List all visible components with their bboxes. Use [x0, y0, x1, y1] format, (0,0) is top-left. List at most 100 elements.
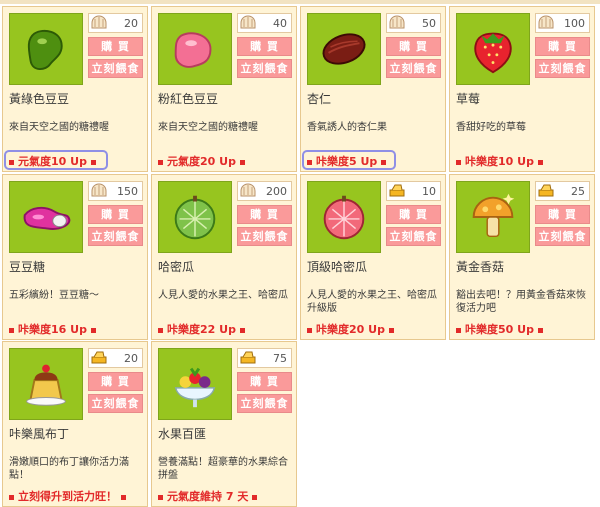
- buy-button[interactable]: 購 買: [88, 205, 143, 224]
- feed-now-button[interactable]: 立刻餵食: [88, 394, 143, 413]
- gold-icon: [538, 183, 554, 200]
- top-divider: [0, 0, 600, 4]
- effect-text: 咔樂度16 Up: [18, 323, 87, 336]
- item-description: 營養滿點！超豪華的水果綜合拼盤: [158, 457, 288, 481]
- price-value: 20: [124, 351, 138, 365]
- buy-button[interactable]: 購 買: [237, 372, 292, 391]
- item-effect: 元氣度維持 7 天: [158, 488, 258, 504]
- feed-now-button[interactable]: 立刻餵食: [88, 59, 143, 78]
- bullet-icon: [9, 494, 14, 500]
- bullet-icon: [252, 494, 258, 500]
- item-effect: 咔樂度5 Up: [307, 153, 387, 169]
- item-name: 哈密瓜: [158, 260, 195, 274]
- price-tag: 100: [535, 13, 590, 33]
- bean-candy-icon: [9, 181, 83, 253]
- feed-now-button[interactable]: 立刻餵食: [535, 59, 590, 78]
- effect-text: 元氣度10 Up: [18, 155, 87, 168]
- price-value: 150: [117, 184, 138, 198]
- pink-bean-icon: [158, 13, 232, 85]
- shop-item-card: 20 購 買立刻餵食黃綠色豆豆來自天空之國的糖禮喔元氣度10 Up: [2, 6, 148, 172]
- item-effect: 咔樂度50 Up: [456, 321, 543, 337]
- price-value: 100: [564, 16, 585, 30]
- price-tag: 75: [237, 348, 292, 368]
- shop-item-card: 20 購 買立刻餵食 咔樂風布丁 滑嫩順口的布丁讓你活力滿點！ 立刻得升到活力旺！: [2, 341, 148, 507]
- bullet-icon: [239, 159, 245, 165]
- buy-button[interactable]: 購 買: [386, 205, 441, 224]
- item-description: 人見人愛的水果之王、哈密瓜: [158, 290, 288, 301]
- bullet-icon: [158, 159, 163, 165]
- price-tag: 20: [88, 348, 143, 368]
- shop-item-card: 150 購 買立刻餵食豆豆糖五彩繽紛！豆豆糖～ 咔樂度16 Up: [2, 174, 148, 340]
- effect-text: 咔樂度10 Up: [465, 155, 534, 168]
- bullet-icon: [90, 159, 96, 165]
- item-effect: 元氣度10 Up: [9, 153, 96, 169]
- item-description: 人見人愛的水果之王、哈密瓜升級版: [307, 290, 437, 314]
- item-name: 水果百匯: [158, 427, 207, 441]
- fruit-platter-icon: [158, 348, 232, 420]
- item-name: 頂級哈密瓜: [307, 260, 368, 274]
- item-name: 黃金香菇: [456, 260, 505, 274]
- feed-now-button[interactable]: 立刻餵食: [237, 59, 292, 78]
- price-value: 50: [422, 16, 436, 30]
- feed-now-button[interactable]: 立刻餵食: [237, 394, 292, 413]
- premium-melon-icon: [307, 181, 381, 253]
- item-effect: 咔樂度20 Up: [307, 321, 394, 337]
- buy-button[interactable]: 購 買: [88, 372, 143, 391]
- feed-now-button[interactable]: 立刻餵食: [88, 227, 143, 246]
- shop-item-card: 40 購 買立刻餵食 粉紅色豆豆 來自天空之國的糖禮喔 元氣度20 Up: [151, 6, 297, 172]
- price-tag: 20: [88, 13, 143, 33]
- shell-icon: [240, 182, 256, 200]
- item-name: 豆豆糖: [9, 260, 46, 274]
- price-value: 25: [571, 184, 585, 198]
- bullet-icon: [537, 327, 543, 333]
- bullet-icon: [537, 159, 543, 165]
- price-tag: 150: [88, 181, 143, 201]
- effect-text: 元氣度維持 7 天: [167, 490, 249, 503]
- shell-icon: [240, 14, 256, 32]
- feed-now-button[interactable]: 立刻餵食: [237, 227, 292, 246]
- item-description: 豁出去吧！？用黃金香菇來恢復活力吧: [456, 290, 586, 314]
- buy-button[interactable]: 購 買: [535, 37, 590, 56]
- bullet-icon: [388, 327, 394, 333]
- item-description: 來自天空之國的糖禮喔: [158, 122, 258, 133]
- gold-icon: [389, 183, 405, 200]
- effect-text: 咔樂度22 Up: [167, 323, 236, 336]
- buy-button[interactable]: 購 買: [88, 37, 143, 56]
- price-tag: 200: [237, 181, 292, 201]
- item-description: 香氣誘人的杏仁果: [307, 122, 387, 133]
- effect-text: 立刻得升到活力旺！: [18, 490, 117, 503]
- item-effect: 咔樂度22 Up: [158, 321, 245, 337]
- buy-button[interactable]: 購 買: [386, 37, 441, 56]
- item-name: 咔樂風布丁: [9, 427, 70, 441]
- effect-text: 咔樂度50 Up: [465, 323, 534, 336]
- bullet-icon: [456, 327, 461, 333]
- bullet-icon: [9, 327, 14, 333]
- item-description: 五彩繽紛！豆豆糖～: [9, 290, 99, 301]
- bullet-icon: [158, 494, 163, 500]
- item-effect: 咔樂度10 Up: [456, 153, 543, 169]
- price-tag: 40: [237, 13, 292, 33]
- buy-button[interactable]: 購 買: [535, 205, 590, 224]
- feed-now-button[interactable]: 立刻餵食: [386, 59, 441, 78]
- feed-now-button[interactable]: 立刻餵食: [535, 227, 590, 246]
- price-tag: 50: [386, 13, 441, 33]
- item-name: 草莓: [456, 92, 481, 106]
- item-description: 來自天空之國的糖禮喔: [9, 122, 109, 133]
- price-tag: 25: [535, 181, 590, 201]
- bullet-icon: [307, 327, 312, 333]
- effect-text: 咔樂度20 Up: [316, 323, 385, 336]
- feed-now-button[interactable]: 立刻餵食: [386, 227, 441, 246]
- buy-button[interactable]: 購 買: [237, 37, 292, 56]
- buy-button[interactable]: 購 買: [237, 205, 292, 224]
- almond-icon: [307, 13, 381, 85]
- price-value: 75: [273, 351, 287, 365]
- bullet-icon: [456, 159, 461, 165]
- shell-icon: [91, 14, 107, 32]
- shop-item-card: 200 購 買立刻餵食哈密瓜人見人愛的水果之王、哈密瓜咔樂度22 Up: [151, 174, 297, 340]
- shell-icon: [389, 14, 405, 32]
- price-value: 40: [273, 16, 287, 30]
- bullet-icon: [381, 159, 387, 165]
- item-name: 黃綠色豆豆: [9, 92, 70, 106]
- item-effect: 元氣度20 Up: [158, 153, 245, 169]
- bullet-icon: [307, 159, 312, 165]
